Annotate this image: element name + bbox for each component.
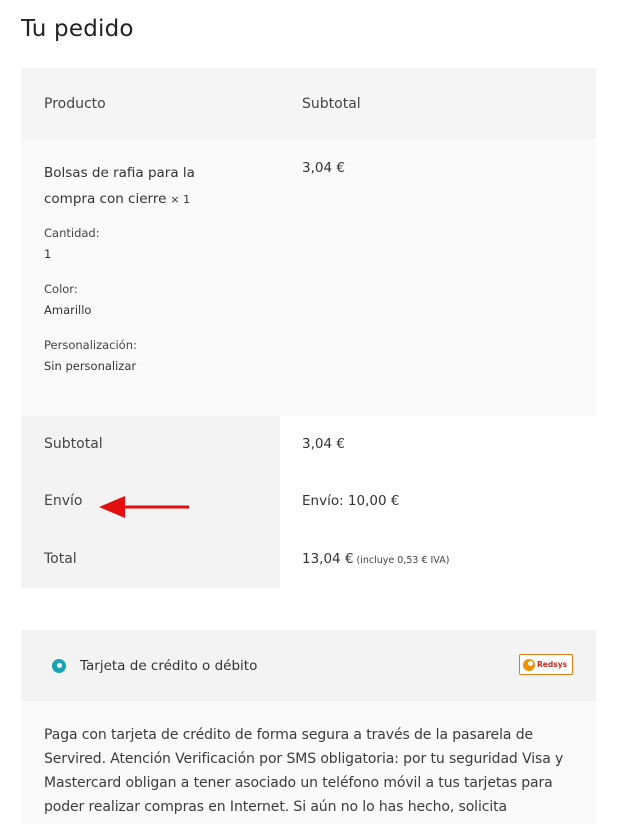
shipping-value: Envío: 10,00 € <box>302 493 400 509</box>
product-subtotal: 3,04 € <box>302 160 345 176</box>
meta-quantity: Cantidad: 1 <box>44 225 280 262</box>
meta-label: Personalización: <box>44 338 137 352</box>
payment-description: Paga con tarjeta de crédito de forma seg… <box>44 727 564 815</box>
header-subtotal: Subtotal <box>302 95 361 112</box>
meta-label: Color: <box>44 282 78 296</box>
product-quantity: × 1 <box>170 193 191 206</box>
meta-personalization: Personalización: Sin personalizar <box>44 337 280 374</box>
redsys-logo-text: Redsys <box>537 660 568 669</box>
table-header: Producto Subtotal <box>21 68 596 139</box>
total-value-wrap: 13,04 € (incluye 0,53 € IVA) <box>280 551 449 567</box>
payment-methods: Tarjeta de crédito o débito Redsys Paga … <box>21 630 596 824</box>
meta-label: Cantidad: <box>44 226 100 240</box>
tax-note: (incluye 0,53 € IVA) <box>356 555 450 566</box>
subtotal-row: Subtotal 3,04 € <box>21 416 596 472</box>
meta-value: Sin personalizar <box>44 359 137 373</box>
payment-method-option[interactable]: Tarjeta de crédito o débito Redsys <box>21 630 596 701</box>
product-name-wrap: Bolsas de rafia para la compra con cierr… <box>44 160 244 213</box>
total-value: 13,04 € <box>302 551 354 567</box>
redsys-logo-icon <box>523 658 535 671</box>
subtotal-value: 3,04 € <box>302 436 345 452</box>
meta-value: 1 <box>44 247 52 261</box>
redsys-logo: Redsys <box>519 654 573 675</box>
meta-value: Amarillo <box>44 303 92 317</box>
total-label: Total <box>21 530 280 588</box>
radio-button-selected[interactable] <box>52 658 66 673</box>
total-row: Total 13,04 € (incluye 0,53 € IVA) <box>21 530 596 588</box>
arrow-left-icon <box>99 496 189 518</box>
meta-color: Color: Amarillo <box>44 281 280 318</box>
table-row: Bolsas de rafia para la compra con cierr… <box>21 139 596 416</box>
payment-method-label[interactable]: Tarjeta de crédito o débito <box>80 658 257 674</box>
payment-description-box: Paga con tarjeta de crédito de forma seg… <box>21 701 596 824</box>
subtotal-label: Subtotal <box>21 416 280 472</box>
header-product: Producto <box>44 95 106 112</box>
page-title: Tu pedido <box>21 16 134 42</box>
